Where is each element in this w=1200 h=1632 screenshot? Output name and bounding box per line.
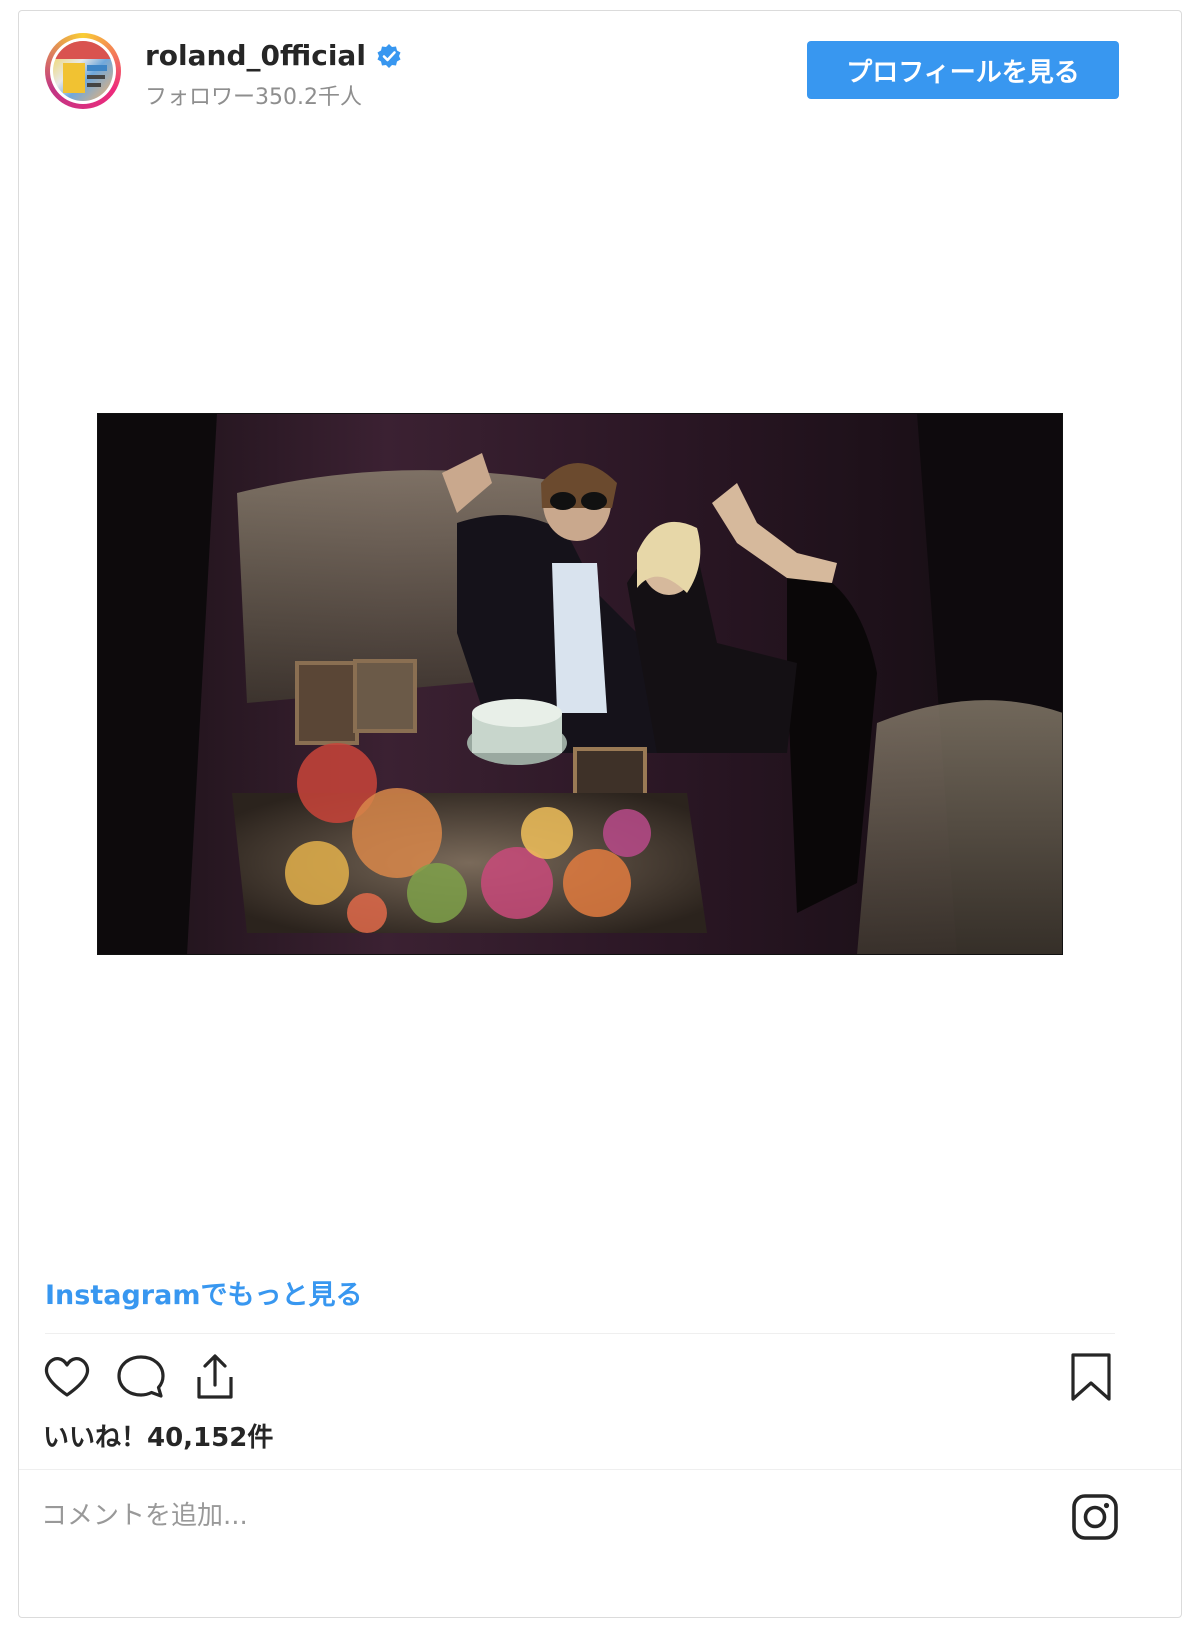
follower-count: フォロワー350.2千人 [145,85,362,110]
post-photo [97,413,1063,955]
comment-input[interactable]: コメントを追加... [41,1495,248,1532]
avatar[interactable] [45,33,121,109]
divider [45,1333,1115,1334]
view-more-on-instagram-link[interactable]: Instagramでもっと見る [45,1273,362,1312]
instagram-icon[interactable] [1071,1493,1119,1541]
bookmark-icon[interactable] [1063,1349,1119,1405]
post-media[interactable] [19,131,1181,1231]
username[interactable]: roland_0fficial [145,39,366,72]
action-bar [39,1349,1119,1409]
share-icon[interactable] [187,1349,243,1405]
verified-badge-icon [377,43,401,68]
like-count: いいね！40,152件 [43,1423,274,1453]
view-profile-button[interactable]: プロフィールを見る [807,41,1119,99]
instagram-embed-card: roland_0fficial フォロワー350.2千人 プロフィールを見る I… [18,10,1182,1618]
divider [19,1469,1181,1470]
heart-icon[interactable] [39,1349,95,1405]
avatar-image [53,41,113,101]
comment-icon[interactable] [113,1349,169,1405]
